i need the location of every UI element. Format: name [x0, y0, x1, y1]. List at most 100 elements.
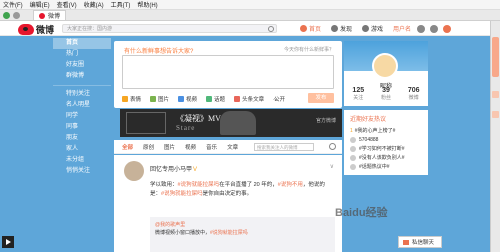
search-placeholder: 大家正在搜：国内游 [67, 26, 113, 32]
quote-text: 微博视频小窗口播放中， [155, 230, 211, 236]
stat-followers[interactable]: 39 粉丝 [381, 87, 391, 101]
menu-help[interactable]: 帮助(H) [137, 0, 157, 9]
quote-user[interactable]: @我的歌声里 [155, 222, 185, 228]
stat-number: 706 [407, 87, 420, 94]
article-icon [234, 96, 241, 102]
sidebar-item-special[interactable]: 特别关注 [53, 89, 111, 100]
tool-topic[interactable]: 话题 [206, 95, 225, 103]
tool-emoji[interactable]: 表情 [122, 95, 141, 103]
filter-all[interactable]: 全部 [122, 143, 133, 151]
private-message-button[interactable]: 私信聊天 [398, 236, 442, 248]
banner-right-text: 官方微博 [315, 118, 336, 124]
menu-tools[interactable]: 工具(T) [111, 0, 131, 9]
banner-photo [220, 111, 256, 135]
quote-link[interactable]: #说狗就能拉屎吗 [210, 230, 248, 236]
feed-link[interactable]: #说狗不用 [278, 182, 303, 188]
list-item-text: #没有人该欺负别人# [359, 155, 405, 161]
tool-topic-label: 话题 [214, 97, 226, 103]
banner-title: 《凝视》MV [176, 114, 221, 123]
filter-original[interactable]: 原创 [143, 143, 154, 151]
left-sidebar: 首页 热门 好友圈 群微博 特别关注 名人明星 同学 同事 朋友 家人 未分组 … [53, 38, 111, 177]
list-item[interactable]: 1 #我的心声上榜了# [350, 126, 422, 135]
menu-view[interactable]: 查看(V) [57, 0, 77, 9]
weibo-eye-icon [18, 24, 34, 35]
dot-icon [350, 154, 356, 161]
browser-tab[interactable]: 微博 [33, 10, 67, 20]
list-item-text: 5704888 [359, 136, 379, 143]
stat-following[interactable]: 125 关注 [352, 87, 364, 101]
search-icon[interactable] [268, 26, 274, 32]
weibo-logo[interactable]: 微博 [18, 23, 54, 36]
rank-tag: 1 [350, 127, 353, 134]
stat-label: 关注 [353, 95, 364, 101]
menu-favorites[interactable]: 收藏(A) [84, 0, 104, 9]
list-item[interactable]: 5704888 [350, 135, 422, 144]
feed-link[interactable]: #说狗就能拉屎吗 [161, 191, 203, 197]
mv-banner[interactable]: 《凝视》MV Stare 官方微博 [120, 109, 342, 137]
feed-settings-icon[interactable] [329, 143, 336, 150]
username-link[interactable]: 用户名 [393, 24, 411, 33]
tool-image[interactable]: 图片 [150, 95, 169, 103]
feed-username[interactable]: 回忆专用小马甲V [150, 164, 197, 173]
banner-artwork [126, 112, 166, 134]
feed-filter-bar: 全部 原创 图片 视频 音乐 文章 搜索我关注人的微博 [114, 140, 342, 154]
forward-icon[interactable] [13, 11, 20, 19]
quoted-post[interactable]: @我的歌声里 微博视频小窗口播放中，#说狗就能拉屎吗 [150, 217, 335, 252]
scrollbar[interactable] [490, 21, 500, 252]
tool-video[interactable]: 视频 [178, 95, 197, 103]
image-icon [150, 96, 157, 102]
sidebar-item-classmates[interactable]: 同学 [53, 111, 111, 122]
nav-home[interactable]: 首页 [300, 24, 321, 33]
sidebar-item-friends[interactable]: 好友圈 [53, 60, 111, 71]
side-tool-icon[interactable] [492, 91, 499, 98]
chevron-down-icon[interactable]: ∨ [330, 163, 334, 170]
publish-textarea[interactable] [122, 55, 334, 89]
stat-posts[interactable]: 706 微博 [408, 87, 420, 101]
publish-toolbar: 表情 图片 视频 话题 头条文章 ... [122, 95, 287, 103]
list-item[interactable]: #学习如何不被打断# [350, 144, 422, 153]
feed-link[interactable]: #说狗就能拉屎吗 [178, 182, 220, 188]
back-icon[interactable] [3, 11, 10, 19]
nav-discover[interactable]: 发现 [331, 24, 352, 33]
list-item[interactable]: #话题热议中# [350, 162, 422, 171]
scrollbar-thumb[interactable] [492, 37, 499, 77]
play-icon[interactable] [2, 236, 14, 248]
sidebar-item-ungrouped[interactable]: 未分组 [53, 155, 111, 166]
sidebar-divider [53, 85, 111, 86]
weibo-favicon-icon [39, 12, 45, 19]
tool-article[interactable]: 头条文章 [234, 95, 264, 103]
sidebar-item-colleagues[interactable]: 同事 [53, 122, 111, 133]
avatar[interactable] [124, 161, 144, 181]
sidebar-item-home[interactable]: 首页 [53, 38, 111, 49]
sidebar-item-secret[interactable]: 悄悄关注 [53, 166, 111, 177]
filter-image[interactable]: 图片 [164, 143, 175, 151]
sidebar-item-celebrity[interactable]: 名人明星 [53, 100, 111, 111]
nav-game[interactable]: 游戏 [362, 24, 383, 33]
game-icon [362, 25, 370, 32]
top-nav: 首页 发现 游戏 用户名 [300, 24, 456, 33]
sidebar-item-group[interactable]: 群微博 [53, 71, 111, 82]
menu-edit[interactable]: 编辑(E) [30, 0, 50, 9]
feed-search-input[interactable]: 搜索我关注人的微博 [254, 143, 314, 151]
watermark: Baidu经验 [335, 207, 388, 219]
filter-article[interactable]: 文章 [227, 143, 238, 151]
list-item[interactable]: #没有人该欺负别人# [350, 153, 422, 162]
sidebar-item-hot[interactable]: 热门 [53, 49, 111, 60]
mail-icon [403, 239, 409, 245]
filter-video[interactable]: 视频 [185, 143, 196, 151]
send-button[interactable]: 发布 [308, 93, 334, 103]
menu-file[interactable]: 文件(F) [3, 0, 23, 9]
sidebar-item-friends2[interactable]: 朋友 [53, 133, 111, 144]
side-tool-icon[interactable] [492, 111, 499, 118]
feed-text-part: 是你自由决定的事。 [202, 190, 253, 197]
filter-music[interactable]: 音乐 [206, 143, 217, 151]
dot-icon [350, 145, 356, 152]
profile-avatar[interactable] [372, 53, 398, 79]
feed-text-part: 学以致用： [150, 182, 178, 188]
compose-icon[interactable] [443, 24, 452, 33]
visibility-select[interactable]: 公开 [274, 95, 285, 103]
message-icon[interactable] [417, 24, 426, 33]
settings-gear-icon[interactable] [430, 24, 439, 33]
search-input[interactable]: 大家正在搜：国内游 [62, 24, 277, 33]
sidebar-item-family[interactable]: 家人 [53, 144, 111, 155]
